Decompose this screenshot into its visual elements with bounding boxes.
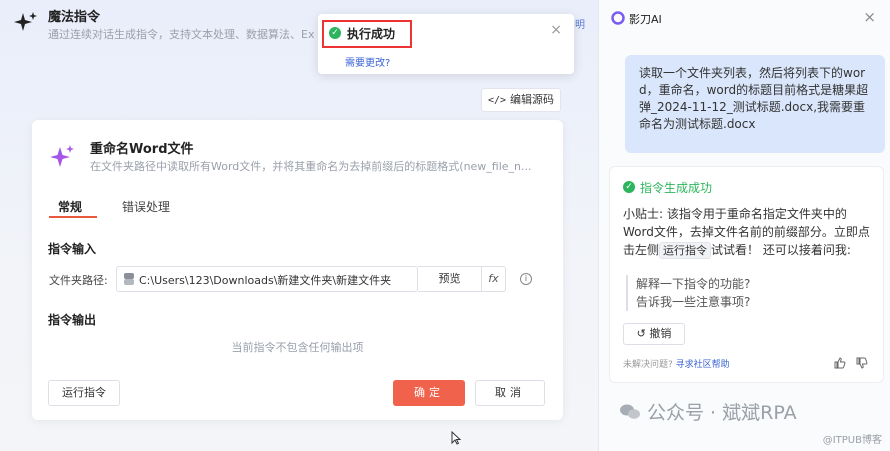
community-help-link[interactable]: 寻求社区帮助: [676, 360, 730, 370]
user-message: 读取一个文件夹列表，然后将列表下的word，重命名，word的标题目前格式是糖果…: [625, 55, 885, 153]
status-text: 指令生成成功: [640, 181, 713, 195]
page-title: 魔法指令: [48, 10, 101, 25]
suggestion-item[interactable]: 解释一下指令的功能?: [636, 275, 750, 293]
card-description: 在文件夹路径中读取所有Word文件，并将其重命名为去掉前缀后的标题格式(new_…: [90, 160, 532, 173]
output-section-title: 指令输出: [48, 313, 97, 327]
folder-path-value: C:\Users\123\Downloads\新建文件夹\新建文件夹: [139, 274, 392, 287]
active-tab-indicator: [49, 216, 97, 218]
undo-icon: ↺: [636, 327, 650, 340]
assistant-name: 影刀AI: [629, 13, 662, 26]
folder-path-label: 文件夹路径:: [49, 274, 108, 287]
watermark: 公众号 · 斌斌RPA: [619, 398, 797, 425]
need-change-link[interactable]: 需要更改?: [345, 54, 390, 69]
run-command-button[interactable]: 运行指令: [48, 380, 120, 406]
suggestions: 解释一下指令的功能? 告诉我一些注意事项?: [626, 275, 750, 311]
assistant-reply: ✓ 指令生成成功 小贴士: 该指令用于重命名指定文件夹中的Word文件，去掉文件…: [609, 166, 884, 383]
undo-button[interactable]: ↺ 撤销: [623, 323, 685, 345]
preview-button[interactable]: 预览: [418, 266, 482, 292]
check-circle-icon: ✓: [329, 27, 341, 39]
confirm-button[interactable]: 确定: [393, 380, 465, 406]
ai-logo-icon: [611, 11, 625, 25]
close-icon[interactable]: ×: [550, 22, 562, 38]
thumbs-up-icon[interactable]: [834, 357, 846, 369]
command-card: 重命名Word文件 在文件夹路径中读取所有Word文件，并将其重命名为去掉前缀后…: [32, 120, 563, 420]
edit-source-button[interactable]: </> 编辑源码: [481, 88, 561, 112]
info-icon[interactable]: i: [520, 273, 532, 285]
python-icon: [124, 273, 134, 285]
thumbs-down-icon[interactable]: [856, 357, 868, 369]
run-command-tag: 运行指令: [659, 242, 712, 259]
close-icon[interactable]: ×: [863, 8, 876, 26]
help-footer: 未解决问题? 寻求社区帮助: [623, 360, 730, 370]
cancel-button[interactable]: 取消: [475, 380, 545, 406]
main-pane: 魔法指令 通过连续对话生成指令，支持文本处理、数据算法、Ex 明 ✓ 执行成功 …: [0, 0, 598, 451]
wechat-icon: [620, 404, 640, 419]
card-title: 重命名Word文件: [90, 142, 194, 157]
assistant-panel: 影刀AI × 读取一个文件夹列表，然后将列表下的word，重命名，word的标题…: [598, 0, 890, 451]
tip-text: 小贴士: 该指令用于重命名指定文件夹中的Word文件，去掉文件名前的前缀部分。立…: [623, 207, 870, 259]
fx-button[interactable]: fx: [482, 266, 506, 292]
mouse-cursor-icon: [451, 431, 461, 445]
magic-sparkle-icon: [14, 12, 37, 31]
suggestion-item[interactable]: 告诉我一些注意事项?: [636, 293, 750, 311]
folder-path-input[interactable]: C:\Users\123\Downloads\新建文件夹\新建文件夹: [116, 266, 418, 292]
output-empty-text: 当前指令不包含任何输出项: [231, 341, 364, 354]
code-icon: </>: [487, 95, 507, 106]
tab-error-handling[interactable]: 错误处理: [122, 198, 170, 215]
site-watermark: @ITPUB博客: [822, 435, 882, 446]
input-section-title: 指令输入: [48, 242, 97, 256]
header-link[interactable]: 明: [575, 16, 585, 31]
page-subtitle: 通过连续对话生成指令，支持文本处理、数据算法、Ex: [48, 28, 315, 41]
sparkle-icon: [50, 145, 74, 167]
success-toast: ✓ 执行成功 × 需要更改?: [318, 14, 574, 74]
check-circle-icon: ✓: [623, 181, 635, 193]
tab-general[interactable]: 常规: [58, 198, 82, 215]
toast-message: 执行成功: [347, 27, 396, 41]
